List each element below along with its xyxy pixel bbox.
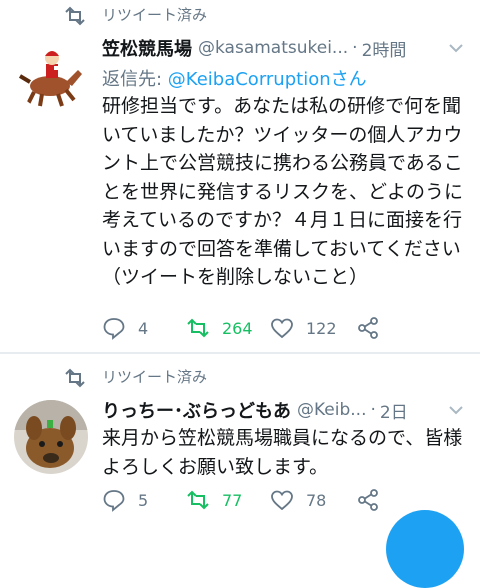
display-name[interactable]: りっちー･ぶらっどもあ xyxy=(102,397,291,423)
tweet-actions: 4 264 122 xyxy=(102,314,402,342)
avatar[interactable] xyxy=(14,400,88,474)
reply-count: 4 xyxy=(138,318,149,338)
share-icon xyxy=(358,489,378,511)
reply-button[interactable]: 5 xyxy=(102,486,148,514)
compose-fab[interactable] xyxy=(386,510,464,588)
share-button[interactable] xyxy=(356,486,380,514)
user-handle[interactable]: @kasamatsukei... xyxy=(198,38,348,58)
avatar[interactable] xyxy=(14,36,88,110)
like-count: 122 xyxy=(306,318,337,338)
retweeted-label: リツイート済み xyxy=(102,6,208,24)
jockey-horse-avatar-icon xyxy=(14,36,88,110)
retweet-button[interactable]: 264 xyxy=(186,314,253,342)
chevron-down-icon[interactable] xyxy=(446,38,466,58)
reply-prefix: 返信先: xyxy=(102,69,168,90)
like-count: 78 xyxy=(306,490,327,510)
like-icon xyxy=(271,318,293,339)
tweet-1[interactable]: リツイート済み 笠松競馬場 @kasamatsukei... · 2時間 返信先… xyxy=(0,0,480,352)
reply-icon xyxy=(103,490,125,512)
tweet-text: 来月から笠松競馬場職員になるので、皆様よろしくお願い致します。 xyxy=(102,427,463,478)
retweet-button[interactable]: 77 xyxy=(186,486,242,514)
deer-photo-avatar-icon xyxy=(14,400,88,474)
display-name[interactable]: 笠松競馬場 xyxy=(102,35,192,61)
user-handle[interactable]: @Keib... xyxy=(297,400,367,420)
retweet-count: 77 xyxy=(222,490,243,510)
timestamp[interactable]: 2時間 xyxy=(362,36,407,61)
reply-icon xyxy=(103,318,125,340)
tweet-actions: 5 77 78 xyxy=(102,486,402,514)
reply-button[interactable]: 4 xyxy=(102,314,148,342)
retweet-count: 264 xyxy=(222,318,253,338)
reply-count: 5 xyxy=(138,490,149,510)
retweet-icon xyxy=(187,490,209,510)
share-icon xyxy=(358,317,378,339)
like-button[interactable]: 78 xyxy=(270,486,326,514)
like-button[interactable]: 122 xyxy=(270,314,337,342)
retweeted-label: リツイート済み xyxy=(102,368,208,386)
tweet-2[interactable]: リツイート済み りっちー･ぶらっどもあ @Keib... · 2日 来月から笠松… xyxy=(0,354,480,528)
reply-suffix: さん xyxy=(330,69,367,90)
tweet-header: りっちー･ぶらっどもあ @Keib... · 2日 xyxy=(102,396,466,424)
separator-dot: · xyxy=(370,400,376,420)
share-button[interactable] xyxy=(356,314,380,342)
tweet-header: 笠松競馬場 @kasamatsukei... · 2時間 xyxy=(102,34,466,62)
tweet-text: 研修担当です。あなたは私の研修で何を聞いていましたか？ツイッターの個人アカウント… xyxy=(102,95,464,288)
retweet-indicator-icon xyxy=(65,6,85,26)
reply-to-line: 返信先: @KeibaCorruptionさん xyxy=(102,65,367,91)
retweet-indicator-icon xyxy=(65,368,85,388)
like-icon xyxy=(271,490,293,511)
separator-dot: · xyxy=(352,38,358,58)
reply-to-link[interactable]: @KeibaCorruption xyxy=(168,69,331,90)
chevron-down-icon[interactable] xyxy=(446,400,466,420)
timestamp[interactable]: 2日 xyxy=(380,398,408,423)
retweet-icon xyxy=(187,318,209,338)
